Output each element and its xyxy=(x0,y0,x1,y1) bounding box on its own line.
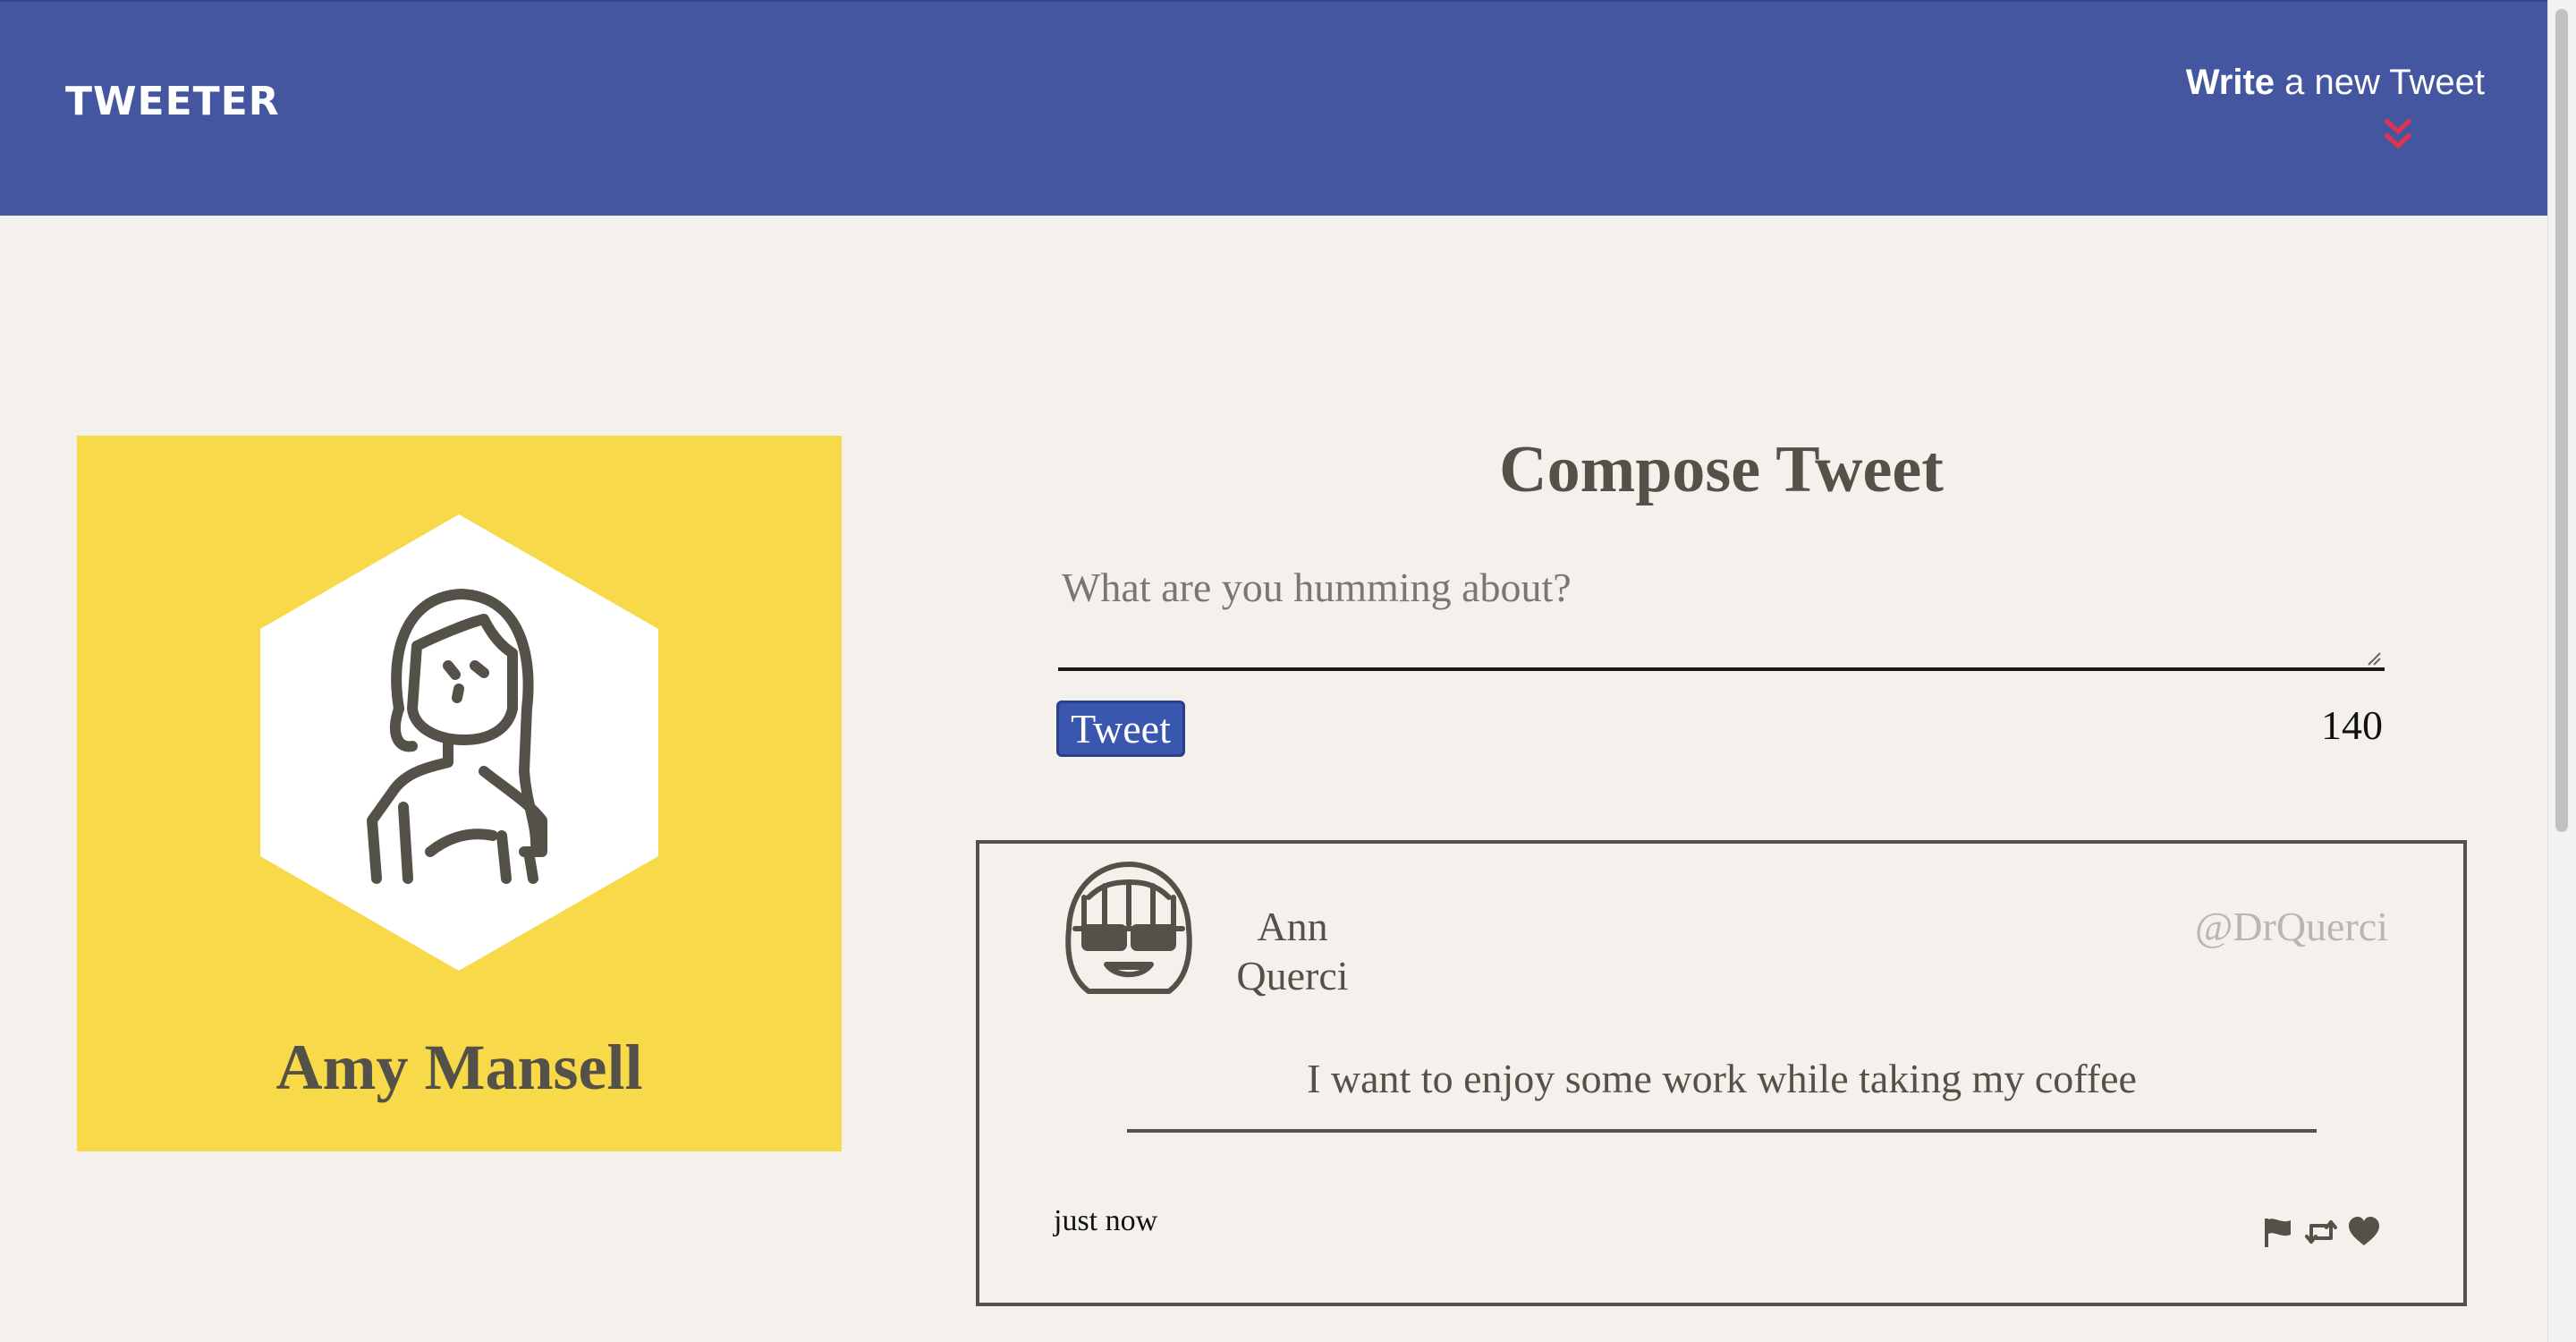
nav-bar: TWEETER Write a new Tweet xyxy=(0,0,2547,216)
glasses-avatar-icon xyxy=(1065,862,1192,994)
tweet-submit-button[interactable]: Tweet xyxy=(1056,701,1185,757)
woman-avatar-icon xyxy=(367,589,547,884)
resize-handle-icon[interactable] xyxy=(2367,651,2381,666)
heart-icon[interactable] xyxy=(2347,1215,2381,1249)
write-new-tweet-toggle[interactable]: Write a new Tweet xyxy=(2163,63,2485,161)
tweet-author-name[interactable]: Ann Querci xyxy=(1194,902,1391,1000)
retweet-icon[interactable] xyxy=(2304,1215,2338,1249)
tweet-author-handle[interactable]: @DrQuerci xyxy=(2195,902,2388,951)
flag-icon[interactable] xyxy=(2261,1215,2295,1249)
tweet-timestamp: just now xyxy=(1054,1204,1158,1237)
app-logo[interactable]: TWEETER xyxy=(65,82,280,122)
tweet-divider xyxy=(1127,1129,2317,1133)
character-counter: 140 xyxy=(2321,702,2383,748)
chevron-double-down-icon[interactable] xyxy=(2383,116,2413,152)
compose-tweet-title: Compose Tweet xyxy=(1499,433,1944,506)
write-new-tweet-label[interactable]: Write a new Tweet xyxy=(2186,63,2485,102)
tweet-textarea[interactable] xyxy=(1058,564,2385,671)
page-scrollbar[interactable] xyxy=(2547,0,2576,1342)
tweet-card: Ann Querci @DrQuerci I want to enjoy som… xyxy=(976,840,2467,1306)
scrollbar-thumb[interactable] xyxy=(2555,9,2568,832)
profile-card: Amy Mansell xyxy=(77,436,842,1151)
profile-name: Amy Mansell xyxy=(275,1032,643,1103)
tweet-content: I want to enjoy some work while taking m… xyxy=(1307,1056,2137,1101)
tweet-actions xyxy=(2261,1215,2381,1249)
